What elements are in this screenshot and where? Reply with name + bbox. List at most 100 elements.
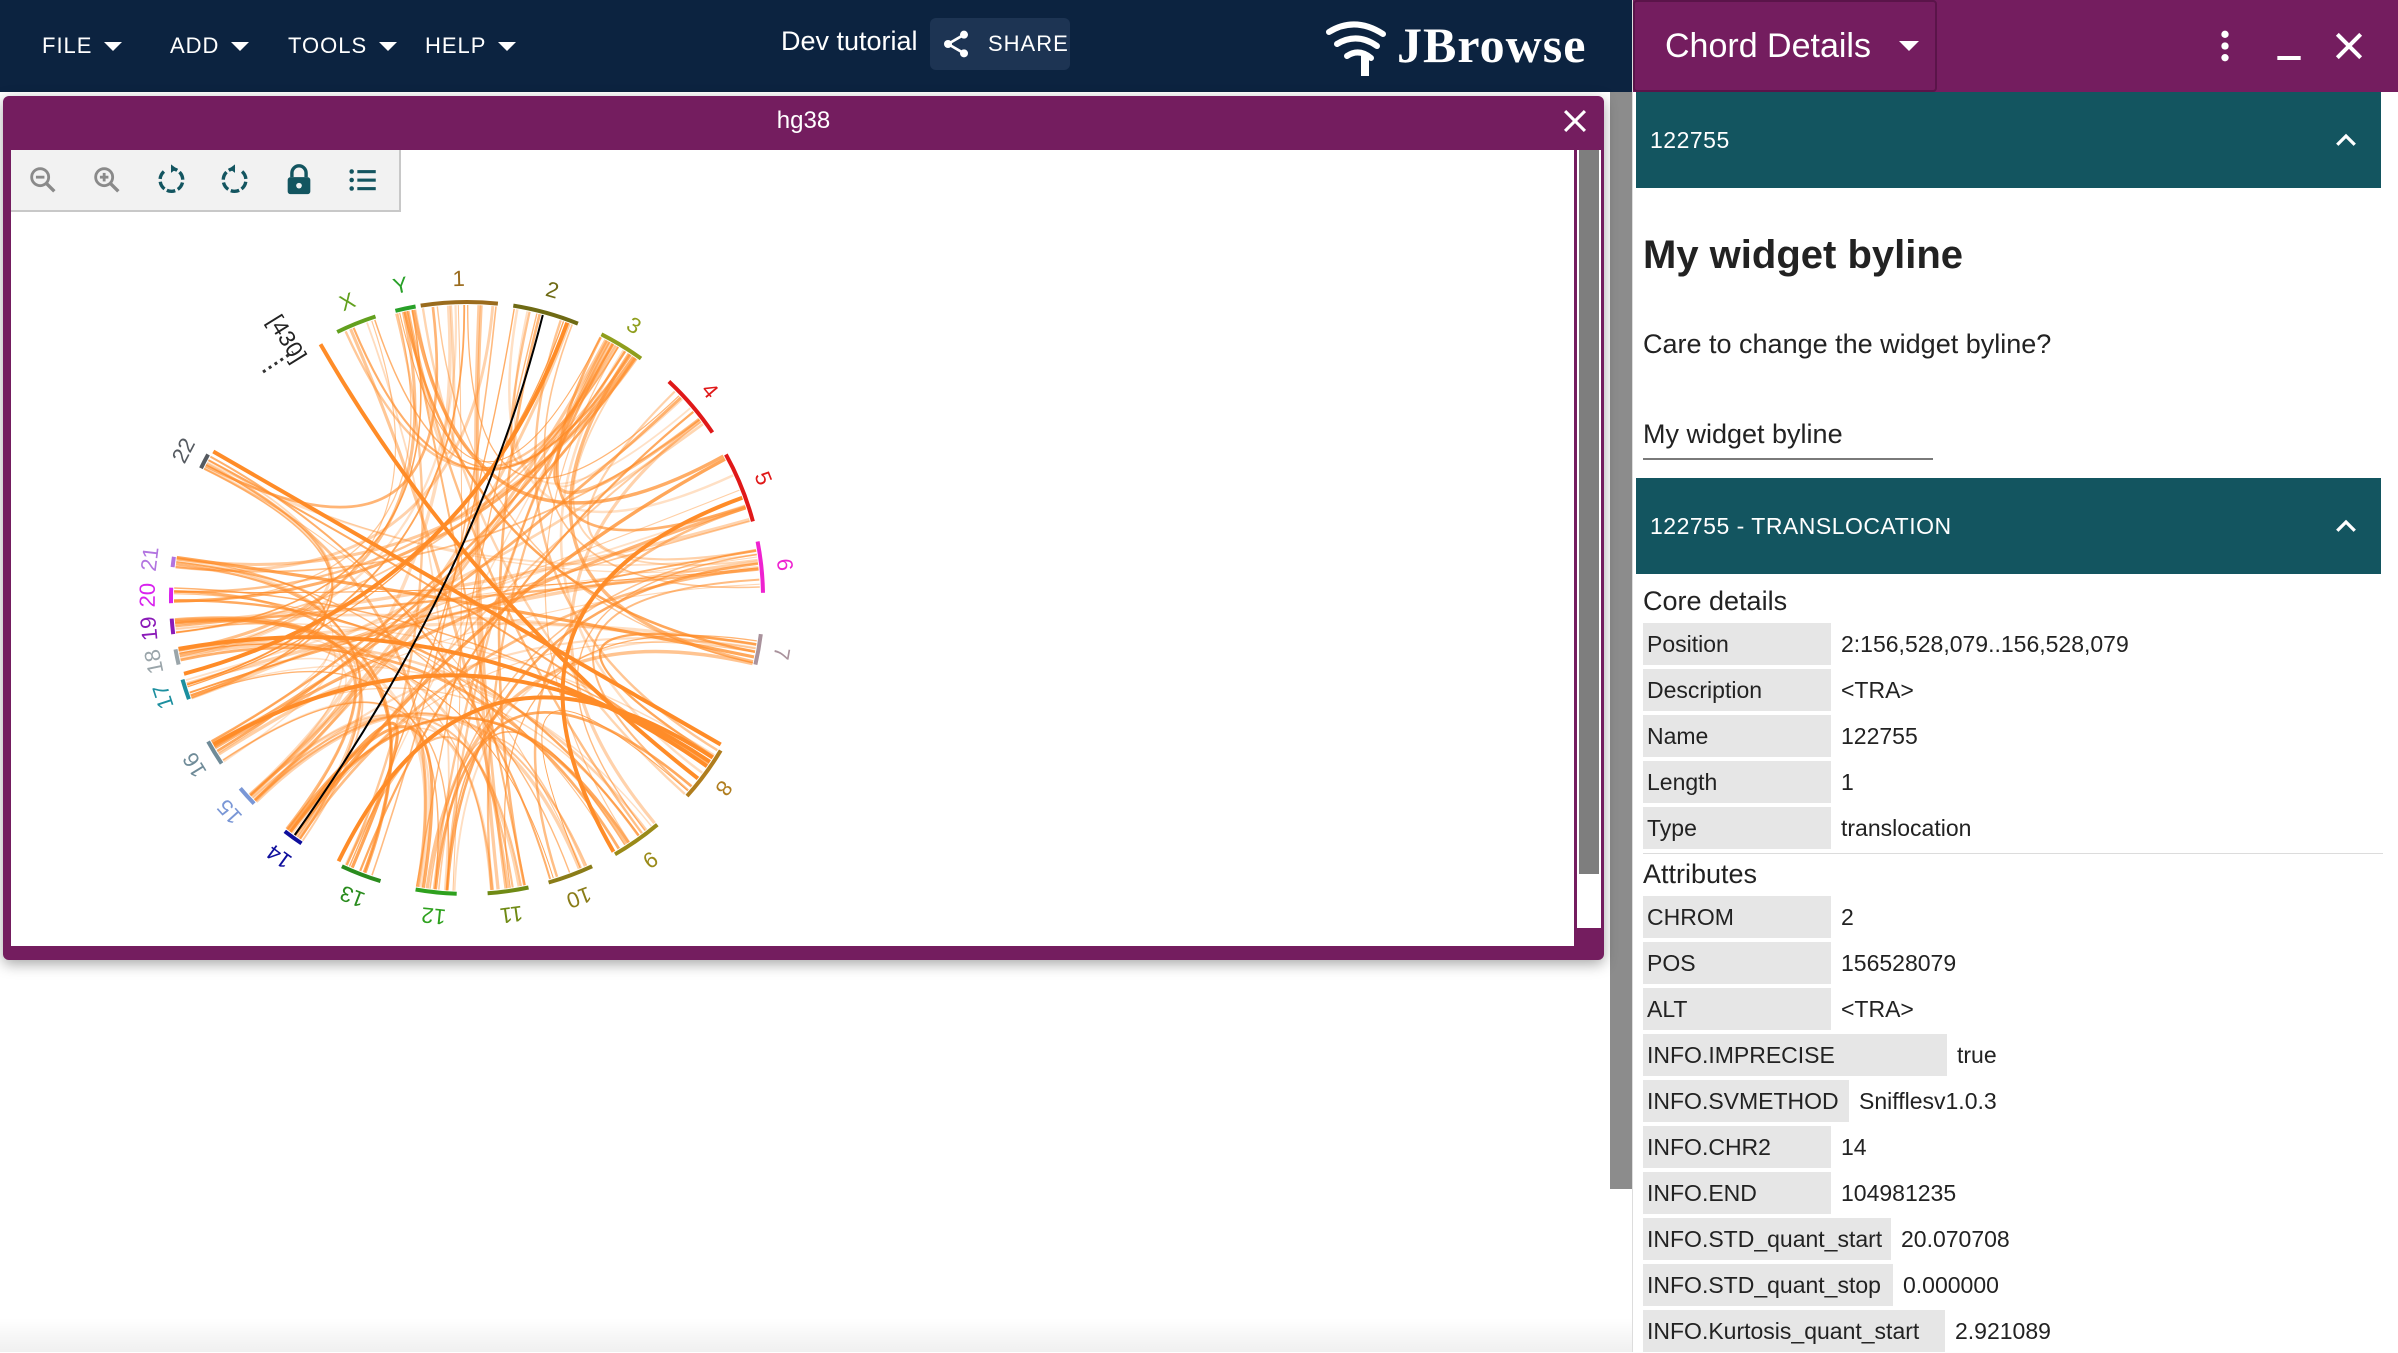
field-key: Position: [1643, 623, 1831, 665]
chromosome-label-6: 6: [772, 557, 798, 572]
zoom-out-icon: [26, 163, 60, 197]
zoom-in-button[interactable]: [75, 150, 139, 210]
chromosome-label-9: 9: [638, 846, 662, 874]
menu-help[interactable]: HELP: [425, 0, 516, 92]
menu-file[interactable]: FILE: [42, 0, 122, 92]
view-scrollbar-thumb[interactable]: [1579, 150, 1599, 874]
chromosome-arc-1[interactable]: [421, 302, 498, 306]
chromosome-label-17: 17: [147, 681, 178, 712]
lock-button[interactable]: [267, 150, 331, 210]
circular-genome-plot[interactable]: 12345678910111213141516171819202122XY [4…: [11, 150, 1574, 946]
core-details-heading: Core details: [1643, 586, 1787, 617]
minimize-icon[interactable]: [2269, 26, 2309, 66]
brand-name: JBrowse: [1397, 16, 1586, 74]
chevron-down-icon: [379, 42, 397, 51]
field-key: INFO.CHR2: [1643, 1126, 1831, 1168]
field-key: Description: [1643, 669, 1831, 711]
view-toolbar: [11, 150, 401, 212]
translocation-chord[interactable]: [505, 635, 757, 887]
chromosome-arc-7[interactable]: [755, 634, 760, 665]
main-scrollbar[interactable]: [1610, 92, 1632, 1189]
field-value: 2:156,528,079..156,528,079: [1831, 631, 2129, 658]
core-row: Name 122755: [1643, 714, 1918, 758]
field-value: true: [1947, 1042, 1997, 1069]
menu-tools-label: TOOLS: [288, 33, 367, 59]
chromosome-arc-18[interactable]: [176, 649, 179, 664]
attribute-row: INFO.IMPRECISE true: [1643, 1033, 1997, 1077]
track-selector-button[interactable]: [331, 150, 395, 210]
accordion-feature-details[interactable]: 122755 - TRANSLOCATION: [1636, 478, 2381, 574]
chromosome-label-22: 22: [167, 434, 200, 467]
chevron-up-icon: [2331, 126, 2361, 156]
chromosome-label-21: 21: [136, 545, 164, 572]
field-key: CHROM: [1643, 896, 1831, 938]
chromosome-arc-19[interactable]: [172, 619, 174, 635]
chromosome-label-7: 7: [768, 645, 795, 661]
rotate-left-icon: [154, 163, 188, 197]
session-name[interactable]: Dev tutorial: [781, 26, 918, 57]
field-key: INFO.SVMETHOD: [1643, 1080, 1849, 1122]
more-vert-icon[interactable]: [2205, 26, 2245, 66]
menu-help-label: HELP: [425, 33, 486, 59]
field-value: 104981235: [1831, 1180, 1956, 1207]
zoom-out-button[interactable]: [11, 150, 75, 210]
widget-drawer: Chord Details 122755 My widget byline Ca…: [1632, 0, 2398, 1352]
field-value: 14: [1831, 1134, 1867, 1161]
attribute-row: INFO.STD_quant_start 20.070708: [1643, 1217, 2010, 1261]
field-key: INFO.Kurtosis_quant_start: [1643, 1310, 1945, 1352]
accordion-widget-panel[interactable]: 122755: [1636, 92, 2381, 188]
chromosome-label-4: 4: [697, 378, 724, 404]
attribute-row: POS 156528079: [1643, 941, 1956, 985]
field-value: 2.921089: [1945, 1318, 2051, 1345]
attribute-row: INFO.CHR2 14: [1643, 1125, 1867, 1169]
field-value: translocation: [1831, 815, 1971, 842]
chromosome-arc-2[interactable]: [513, 306, 578, 324]
attribute-row: INFO.STD_quant_stop 0.000000: [1643, 1263, 1999, 1307]
core-row: Length 1: [1643, 760, 1854, 804]
chromosome-label-10: 10: [563, 881, 595, 913]
attributes-heading: Attributes: [1643, 859, 1757, 890]
chromosome-label-14: 14: [262, 839, 297, 874]
field-key: INFO.END: [1643, 1172, 1831, 1214]
widget-byline-title: My widget byline: [1643, 233, 1963, 278]
jbrowse-logo: JBrowse: [1325, 14, 1586, 76]
chords-layer: [174, 305, 760, 891]
menu-file-label: FILE: [42, 33, 92, 59]
widget-byline-question: Care to change the widget byline?: [1643, 329, 2051, 360]
rotate-right-button[interactable]: [203, 150, 267, 210]
view-scrollbar[interactable]: [1577, 150, 1601, 928]
field-value: 0.000000: [1893, 1272, 1999, 1299]
accordion-title: 122755: [1650, 127, 1730, 154]
share-button[interactable]: SHARE: [930, 18, 1070, 70]
share-icon: [940, 28, 972, 60]
chromosome-arc-12[interactable]: [416, 890, 457, 894]
chevron-down-icon: [1899, 41, 1919, 51]
field-key: INFO.STD_quant_start: [1643, 1218, 1891, 1260]
widget-select[interactable]: Chord Details: [1633, 0, 1937, 92]
chromosome-arc-6[interactable]: [758, 542, 763, 593]
app-bar: FILE ADD TOOLS HELP Dev tutorial SHARE J…: [0, 0, 1632, 92]
field-value: <TRA>: [1831, 996, 1914, 1023]
core-row: Description <TRA>: [1643, 668, 1914, 712]
rotate-left-button[interactable]: [139, 150, 203, 210]
hidden-regions-label: [430]: [263, 310, 312, 367]
chromosome-label-11: 11: [498, 901, 524, 929]
share-label: SHARE: [988, 31, 1069, 57]
chromosome-label-18: 18: [139, 647, 168, 676]
attribute-row: INFO.END 104981235: [1643, 1171, 1956, 1215]
view-title: hg38: [3, 96, 1604, 146]
field-key: Type: [1643, 807, 1831, 849]
chromosome-label-20: 20: [135, 583, 160, 608]
close-view-icon[interactable]: [1558, 104, 1592, 138]
field-value: <TRA>: [1831, 677, 1914, 704]
attribute-row: ALT <TRA>: [1643, 987, 1914, 1031]
menu-add-label: ADD: [170, 33, 219, 59]
close-drawer-icon[interactable]: [2329, 26, 2369, 66]
field-key: Name: [1643, 715, 1831, 757]
translocation-chord[interactable]: [175, 618, 493, 890]
zoom-in-icon: [90, 163, 124, 197]
chromosome-arc-21[interactable]: [173, 557, 174, 567]
menu-add[interactable]: ADD: [170, 0, 249, 92]
byline-input[interactable]: [1643, 410, 1933, 460]
menu-tools[interactable]: TOOLS: [288, 0, 397, 92]
